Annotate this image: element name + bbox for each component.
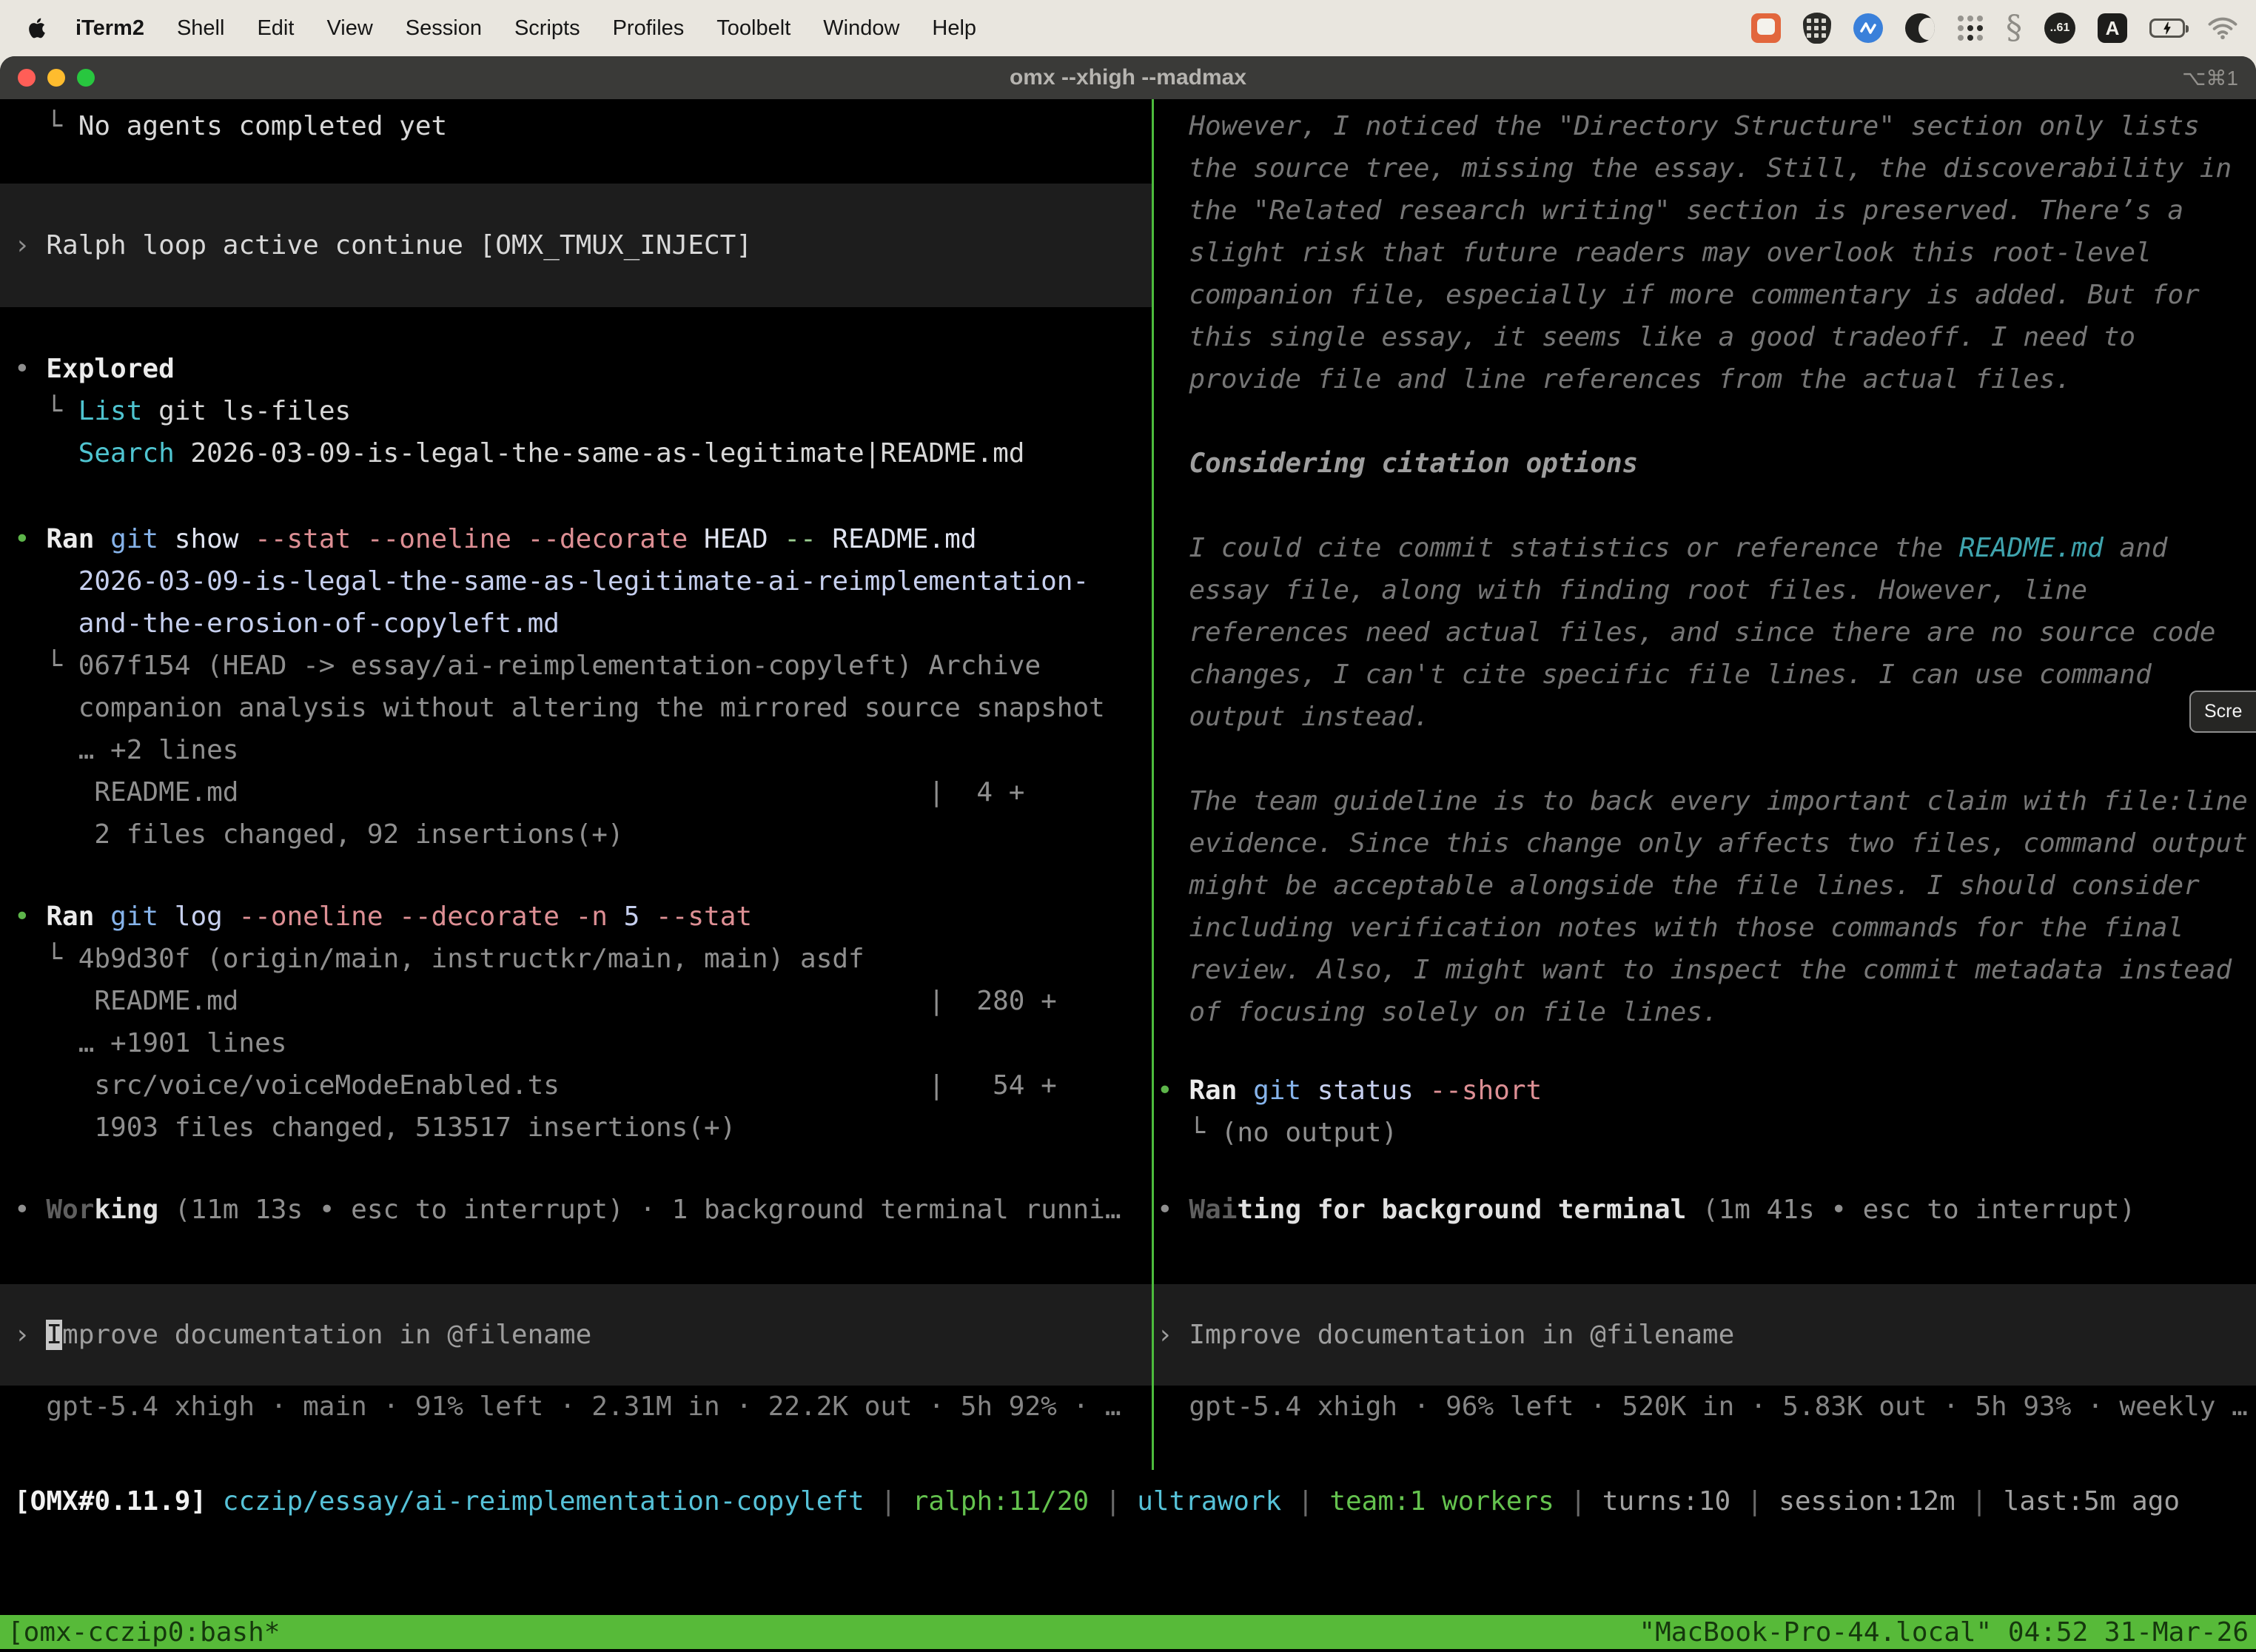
reasoning-paragraph: provide file and line references from th… [1154, 358, 2256, 400]
menu-items: iTerm2 Shell Edit View Session Scripts P… [75, 16, 976, 41]
explored-header: • Explored [0, 348, 1152, 390]
menu-item-shell[interactable]: Shell [177, 16, 225, 41]
omx-turns: turns:10 [1602, 1486, 1730, 1517]
reasoning-paragraph: of focusing solely on file lines. [1154, 991, 2256, 1033]
git-log-output: … +1901 lines [0, 1022, 1152, 1064]
menu-item-iterm2[interactable]: iTerm2 [75, 16, 144, 41]
omx-ultrawork: ultrawork [1137, 1486, 1281, 1517]
window-title: omx --xhigh --madmax [0, 65, 2256, 90]
reasoning-paragraph: I could cite commit statistics or refere… [1154, 527, 2256, 569]
tmux-panes: └ No agents completed yet › Ralph loop a… [0, 99, 2256, 1470]
badge-count-icon[interactable]: ..61 [2044, 13, 2075, 44]
omx-version: [OMX#0.11.9] [14, 1486, 223, 1517]
git-log-output: └ 4b9d30f (origin/main, instructkr/main,… [0, 938, 1152, 980]
prompt-input-left[interactable]: › Improve documentation in @filename [0, 1284, 1152, 1386]
wifi-icon[interactable] [2207, 16, 2238, 40]
window-titlebar: omx --xhigh --madmax ⌥⌘1 [0, 56, 2256, 99]
git-status-command: • Ran git status --short [1154, 1070, 2256, 1112]
reasoning-paragraph: the "Related research writing" section i… [1154, 189, 2256, 232]
git-log-command: • Ran git log --oneline --decorate -n 5 … [0, 896, 1152, 938]
reasoning-paragraph: output instead. [1154, 696, 2256, 738]
git-log-output: src/voice/voiceModeEnabled.ts | 54 + [0, 1064, 1152, 1107]
reasoning-paragraph: including verification notes with those … [1154, 907, 2256, 949]
reasoning-paragraph: references need actual files, and since … [1154, 611, 2256, 654]
crescent-icon[interactable] [1905, 13, 1935, 43]
ralph-loop-banner: › Ralph loop active continue [OMX_TMUX_I… [0, 184, 1152, 307]
squiggle-icon[interactable]: § [2006, 12, 2022, 44]
reasoning-paragraph: slight risk that future readers may over… [1154, 232, 2256, 274]
git-show-output: … +2 lines [0, 729, 1152, 771]
omx-ralph-counter: ralph:11/20 [913, 1486, 1089, 1517]
git-show-output: └ 067f154 (HEAD -> essay/ai-reimplementa… [0, 645, 1152, 687]
input-source-icon[interactable]: A [2098, 13, 2127, 43]
git-status-output: └ (no output) [1154, 1112, 2256, 1154]
menu-item-toolbelt[interactable]: Toolbelt [716, 16, 790, 41]
dots-grid-icon[interactable] [1957, 15, 1984, 41]
omx-team: team:1 workers [1329, 1486, 1554, 1517]
apple-menu-icon[interactable] [25, 14, 49, 42]
menu-item-help[interactable]: Help [932, 16, 976, 41]
chat-app-icon[interactable] [1751, 13, 1781, 43]
reasoning-paragraph: this single essay, it seems like a good … [1154, 316, 2256, 358]
git-log-output: README.md | 280 + [0, 980, 1152, 1022]
menu-bar: iTerm2 Shell Edit View Session Scripts P… [0, 0, 2256, 56]
readme-link: README.md [1959, 533, 2104, 563]
right-pane[interactable]: However, I noticed the "Directory Struct… [1152, 99, 2256, 1470]
terminal-content: └ No agents completed yet › Ralph loop a… [0, 99, 2256, 1652]
reasoning-paragraph: However, I noticed the "Directory Struct… [1154, 105, 2256, 147]
menu-item-view[interactable]: View [326, 16, 372, 41]
menu-item-profiles[interactable]: Profiles [613, 16, 685, 41]
omx-last-activity: last:5m ago [2004, 1486, 2180, 1517]
git-log-output: 1903 files changed, 513517 insertions(+) [0, 1107, 1152, 1149]
reasoning-paragraph: might be acceptable alongside the file l… [1154, 864, 2256, 907]
shield-app-icon[interactable] [1803, 13, 1831, 44]
reasoning-paragraph: review. Also, I might want to inspect th… [1154, 949, 2256, 991]
waiting-status-line: • Waiting for background terminal (1m 41… [1154, 1189, 2256, 1231]
explored-list-line: └ List git ls-files [0, 390, 1152, 432]
git-show-arg-line: 2026-03-09-is-legal-the-same-as-legitima… [0, 560, 1152, 602]
git-show-output: 2 files changed, 92 insertions(+) [0, 813, 1152, 856]
git-show-output: companion analysis without altering the … [0, 687, 1152, 729]
window-shortcut-badge: ⌥⌘1 [2182, 66, 2238, 90]
reasoning-paragraph: the source tree, missing the essay. Stil… [1154, 147, 2256, 189]
model-status-left: gpt-5.4 xhigh · main · 91% left · 2.31M … [0, 1386, 1152, 1428]
omx-status-line: [OMX#0.11.9] cczip/essay/ai-reimplementa… [0, 1470, 2256, 1522]
menu-item-window[interactable]: Window [823, 16, 899, 41]
reasoning-paragraph: The team guideline is to back every impo… [1154, 780, 2256, 822]
reasoning-paragraph: evidence. Since this change only affects… [1154, 822, 2256, 864]
screen-tooltip: Scre [2189, 691, 2256, 733]
no-agents-line: └ No agents completed yet [0, 105, 1152, 147]
reasoning-paragraph: changes, I can't cite specific file line… [1154, 654, 2256, 696]
left-pane[interactable]: └ No agents completed yet › Ralph loop a… [0, 99, 1152, 1470]
tmux-host-clock: "MacBook-Pro-44.local" 04:52 31-Mar-26 [1639, 1617, 2249, 1648]
git-show-arg-line: and-the-erosion-of-copyleft.md [0, 602, 1152, 645]
explored-search-line: Search 2026-03-09-is-legal-the-same-as-l… [0, 432, 1152, 474]
omx-session-time: session:12m [1779, 1486, 1955, 1517]
text-cursor: I [46, 1320, 62, 1350]
working-status-line: • Working (11m 13s • esc to interrupt) ·… [0, 1189, 1152, 1231]
git-show-output: README.md | 4 + [0, 771, 1152, 813]
reasoning-paragraph: companion file, especially if more comme… [1154, 274, 2256, 316]
tmux-status-bar: [omx-cczip0:bash* "MacBook-Pro-44.local"… [0, 1615, 2256, 1649]
screen: iTerm2 Shell Edit View Session Scripts P… [0, 0, 2256, 1652]
menu-item-edit[interactable]: Edit [257, 16, 294, 41]
menu-bar-status-icons: § ..61 A [1751, 12, 2238, 44]
prompt-input-right[interactable]: › Improve documentation in @filename [1154, 1284, 2256, 1386]
iterm-window: omx --xhigh --madmax ⌥⌘1 └ No agents com… [0, 56, 2256, 1652]
tmux-session-name: [omx-cczip0:bash* [7, 1617, 280, 1648]
menu-item-scripts[interactable]: Scripts [514, 16, 580, 41]
menu-item-session[interactable]: Session [406, 16, 482, 41]
blue-zigzag-icon[interactable] [1853, 13, 1883, 43]
reasoning-heading: Considering citation options [1154, 443, 2256, 485]
battery-icon[interactable] [2149, 19, 2185, 38]
git-show-command: • Ran git show --stat --oneline --decora… [0, 518, 1152, 560]
model-status-right: gpt-5.4 xhigh · 96% left · 520K in · 5.8… [1154, 1386, 2256, 1428]
reasoning-paragraph: essay file, along with finding root file… [1154, 569, 2256, 611]
omx-branch-path: cczip/essay/ai-reimplementation-copyleft [223, 1486, 865, 1517]
